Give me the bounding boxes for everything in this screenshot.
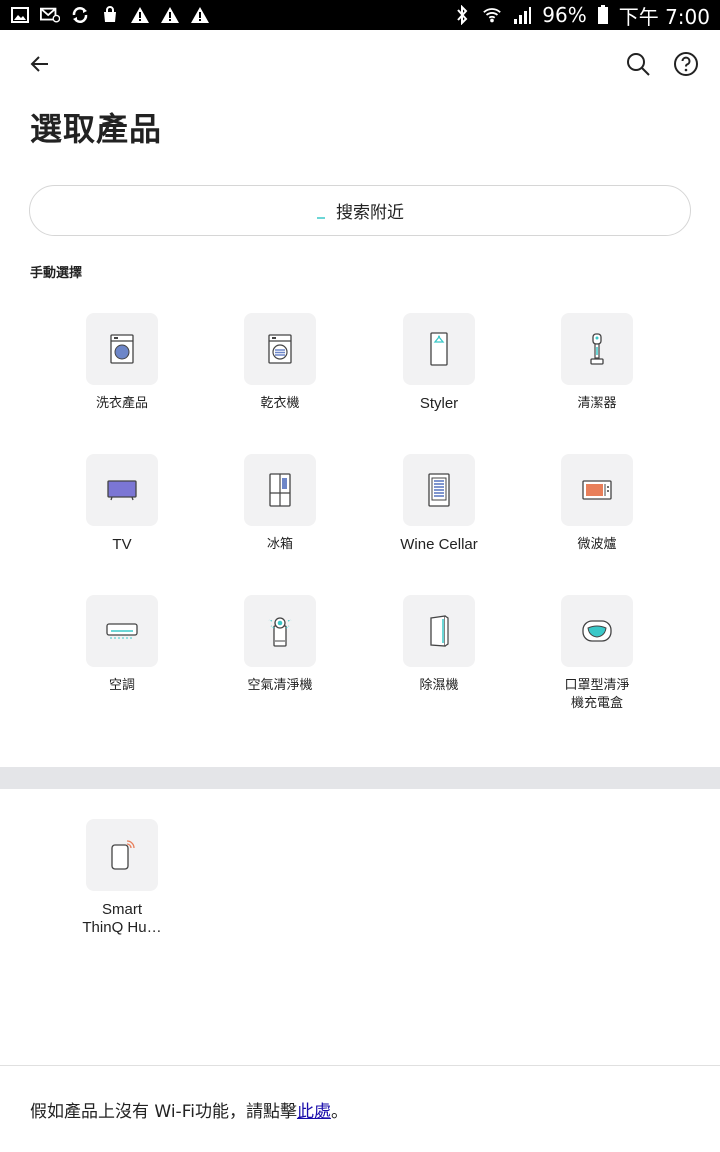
warning-icon	[160, 5, 180, 25]
microwave-icon	[582, 480, 612, 500]
product-tile-box	[244, 454, 316, 526]
battery-percent: 96%	[542, 3, 587, 27]
product-tile-box	[86, 454, 158, 526]
product-label: 除濕機	[419, 678, 459, 693]
product-refrigerator[interactable]: 冰箱	[205, 454, 355, 554]
gallery-icon	[10, 5, 30, 25]
washer-icon	[110, 334, 134, 364]
search-button[interactable]	[620, 46, 656, 82]
status-bar-notifications	[10, 0, 210, 30]
product-tile-box	[561, 313, 633, 385]
vacuum-icon	[590, 333, 604, 365]
footer-text: 假如產品上沒有 Wi-Fi功能，請點擊	[30, 1102, 297, 1122]
status-bar: 96% 下午 7:00	[0, 0, 720, 30]
product-label: 空調	[108, 678, 135, 693]
product-tile-box	[403, 313, 475, 385]
help-button[interactable]	[668, 46, 704, 82]
product-tile-box	[403, 595, 475, 667]
air-conditioner-icon	[106, 623, 138, 639]
warning-icon	[190, 5, 210, 25]
product-tile-box	[561, 454, 633, 526]
product-air-purifier[interactable]: 空氣清淨機	[205, 595, 355, 695]
dryer-icon	[268, 334, 292, 364]
product-tile-box	[86, 595, 158, 667]
product-tile-box	[86, 819, 158, 891]
product-tile-box	[403, 454, 475, 526]
product-label: 乾衣機	[260, 396, 300, 411]
refrigerator-icon	[269, 473, 291, 507]
smart-thinq-hub-icon	[111, 840, 135, 870]
product-tile-box	[86, 313, 158, 385]
no-wifi-link[interactable]: 此處	[297, 1102, 331, 1122]
search-nearby-button[interactable]: 搜索附近	[29, 185, 691, 236]
bluetooth-icon	[452, 5, 472, 25]
product-wine-cellar[interactable]: Wine Cellar	[364, 454, 514, 554]
product-label: Wine Cellar	[400, 536, 478, 553]
product-label: Styler	[419, 395, 459, 412]
search-icon	[627, 53, 650, 76]
product-dehumidifier[interactable]: 除濕機	[364, 595, 514, 695]
product-label: TV	[112, 536, 132, 553]
back-arrow-icon	[30, 56, 48, 72]
product-label: Smart ThinQ Hu…	[82, 901, 162, 936]
manual-select-label: 手動選擇	[30, 266, 83, 281]
signal-icon	[512, 5, 532, 25]
wine-cellar-icon	[428, 473, 450, 507]
bag-icon	[100, 5, 120, 25]
product-microwave[interactable]: 微波爐	[522, 454, 672, 554]
product-label: 清潔器	[577, 396, 617, 411]
battery-icon	[597, 5, 609, 25]
page-title: 選取產品	[30, 110, 163, 148]
footer-divider	[0, 1065, 720, 1066]
tv-icon	[107, 480, 137, 501]
mail-icon	[40, 5, 60, 25]
sync-icon	[70, 5, 90, 25]
no-wifi-footer: 假如產品上沒有 Wi-Fi功能，請點擊此處。	[30, 1097, 348, 1122]
product-vacuum[interactable]: 清潔器	[522, 313, 672, 413]
clock: 下午 7:00	[618, 4, 710, 29]
dehumidifier-icon	[430, 615, 449, 647]
product-washer[interactable]: 洗衣產品	[47, 313, 197, 413]
product-dryer[interactable]: 乾衣機	[205, 313, 355, 413]
status-bar-system: 96% 下午 7:00	[452, 0, 710, 30]
footer-suffix: 。	[330, 1102, 348, 1122]
product-label: 洗衣產品	[95, 396, 148, 411]
product-tile-box	[561, 595, 633, 667]
product-air-conditioner[interactable]: 空調	[47, 595, 197, 695]
product-mask-purifier-case[interactable]: 口罩型清淨機充電盒	[522, 595, 672, 713]
air-purifier-icon	[268, 617, 292, 647]
product-styler[interactable]: Styler	[364, 313, 514, 413]
warning-icon	[130, 5, 150, 25]
loading-spinner-icon	[317, 216, 325, 219]
app-header	[0, 30, 720, 96]
product-label: 冰箱	[266, 537, 293, 552]
product-label: 微波爐	[577, 537, 617, 552]
product-label: 口罩型清淨機充電盒	[564, 678, 630, 711]
product-tv[interactable]: TV	[47, 454, 197, 554]
product-smart-thinq-hub[interactable]: Smart ThinQ Hu…	[47, 819, 197, 937]
help-icon	[674, 52, 698, 76]
styler-icon	[430, 332, 448, 366]
section-divider	[0, 767, 720, 789]
product-label: 空氣清淨機	[247, 678, 313, 693]
search-nearby-label: 搜索附近	[336, 203, 404, 223]
back-button[interactable]	[22, 46, 58, 82]
mask-purifier-case-icon	[582, 620, 612, 642]
product-tile-box	[244, 313, 316, 385]
product-tile-box	[244, 595, 316, 667]
wifi-icon	[482, 5, 502, 25]
